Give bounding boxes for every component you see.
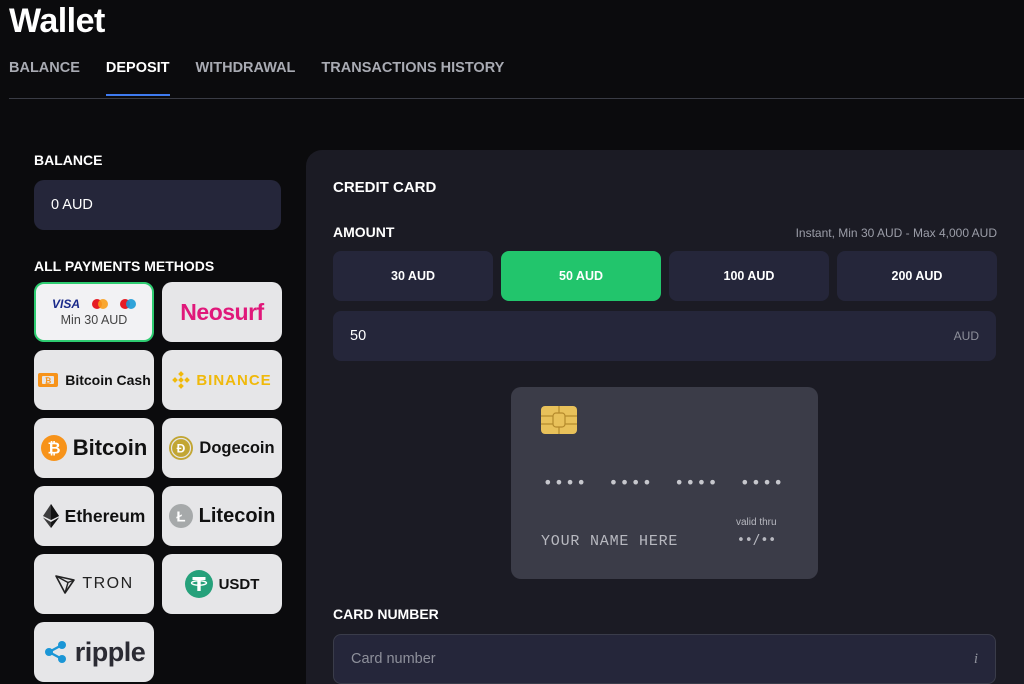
bitcoin-cash-icon: ₿	[38, 373, 59, 387]
amount-label: AMOUNT	[333, 224, 395, 240]
info-icon[interactable]: i	[974, 651, 978, 668]
method-tron[interactable]: TRON	[34, 554, 154, 614]
method-bitcoin-cash[interactable]: ₿ Bitcoin Cash	[34, 350, 154, 410]
ripple-label: ripple	[74, 636, 146, 667]
card-number-preview: •••• •••• •••• ••••	[543, 473, 785, 492]
tabs-divider	[9, 98, 1024, 99]
credit-card-panel: CREDIT CARD AMOUNT Instant, Min 30 AUD -…	[306, 150, 1024, 684]
binance-icon	[172, 371, 191, 389]
credit-card-preview: •••• •••• •••• •••• YOUR NAME HERE valid…	[511, 387, 818, 579]
card-brand-logos: VISA	[52, 297, 136, 311]
tron-label: TRON	[82, 575, 134, 592]
svg-text:₿: ₿	[45, 376, 52, 385]
bitcoin-icon: ₿	[40, 435, 67, 461]
method-ethereum[interactable]: Ethereum	[34, 486, 154, 546]
card-number-field: i	[333, 634, 996, 684]
ethereum-icon	[42, 504, 59, 528]
svg-text:₿: ₿	[47, 440, 60, 458]
preset-100-aud-button[interactable]: 100 AUD	[669, 251, 829, 301]
card-number-label: CARD NUMBER	[333, 606, 439, 622]
method-neosurf[interactable]: Neosurf	[162, 282, 282, 342]
valid-thru-value: ••/••	[737, 533, 777, 548]
amount-input[interactable]: 50 AUD	[333, 311, 996, 361]
tron-icon	[55, 575, 76, 594]
method-bitcoin[interactable]: ₿ Bitcoin	[34, 418, 154, 478]
method-label: Dogecoin	[199, 438, 275, 457]
method-usdt[interactable]: USDT	[162, 554, 282, 614]
method-visa-mastercard[interactable]: VISA Min 30 AUD	[34, 282, 154, 342]
method-label: Bitcoin	[72, 435, 148, 460]
svg-text:Ł: Ł	[176, 509, 185, 526]
wallet-tabs: BALANCE DEPOSIT WITHDRAWAL TRANSACTIONS …	[9, 60, 530, 96]
tab-withdrawal[interactable]: WITHDRAWAL	[196, 60, 296, 96]
tab-balance[interactable]: BALANCE	[9, 60, 80, 96]
preset-50-aud-button[interactable]: 50 AUD	[501, 251, 661, 301]
valid-thru-label: valid thru	[736, 517, 777, 528]
preset-30-aud-button[interactable]: 30 AUD	[333, 251, 493, 301]
method-min-amount: Min 30 AUD	[60, 313, 128, 327]
method-label: Bitcoin Cash	[65, 372, 151, 388]
dogecoin-icon: Ð	[169, 436, 194, 460]
method-litecoin[interactable]: Ł Litecoin	[162, 486, 282, 546]
ripple-icon	[44, 641, 66, 663]
amount-limits-hint: Instant, Min 30 AUD - Max 4,000 AUD	[795, 226, 997, 240]
svg-text:Ð: Ð	[177, 442, 186, 456]
left-column: BALANCE 0 AUD ALL PAYMENTS METHODS VISA …	[34, 152, 284, 682]
mastercard-icon	[92, 298, 108, 310]
maestro-icon	[120, 298, 136, 310]
visa-logo: VISA	[51, 297, 80, 311]
card-holder-name: YOUR NAME HERE	[541, 533, 679, 550]
method-label: Litecoin	[198, 504, 276, 527]
amount-currency: AUD	[953, 329, 979, 343]
method-label: USDT	[218, 575, 260, 593]
page-title: Wallet	[9, 2, 105, 40]
tab-transactions-history[interactable]: TRANSACTIONS HISTORY	[321, 60, 504, 96]
balance-label: BALANCE	[34, 152, 103, 168]
card-chip-icon	[541, 406, 577, 434]
amount-value: 50	[350, 328, 367, 344]
method-ripple[interactable]: ripple	[34, 622, 154, 682]
panel-title: CREDIT CARD	[333, 179, 437, 196]
payment-methods-label: ALL PAYMENTS METHODS	[34, 258, 215, 274]
method-dogecoin[interactable]: Ð Dogecoin	[162, 418, 282, 478]
card-number-input[interactable]	[351, 651, 974, 667]
method-binance[interactable]: BINANCE	[162, 350, 282, 410]
binance-label: BINANCE	[196, 371, 272, 389]
neosurf-logo: Neosurf	[180, 298, 264, 325]
balance-value: 0 AUD	[34, 180, 281, 230]
tab-deposit[interactable]: DEPOSIT	[105, 60, 170, 96]
tether-icon	[184, 570, 213, 598]
preset-200-aud-button[interactable]: 200 AUD	[837, 251, 997, 301]
litecoin-icon: Ł	[168, 504, 193, 528]
method-label: Ethereum	[64, 505, 146, 526]
